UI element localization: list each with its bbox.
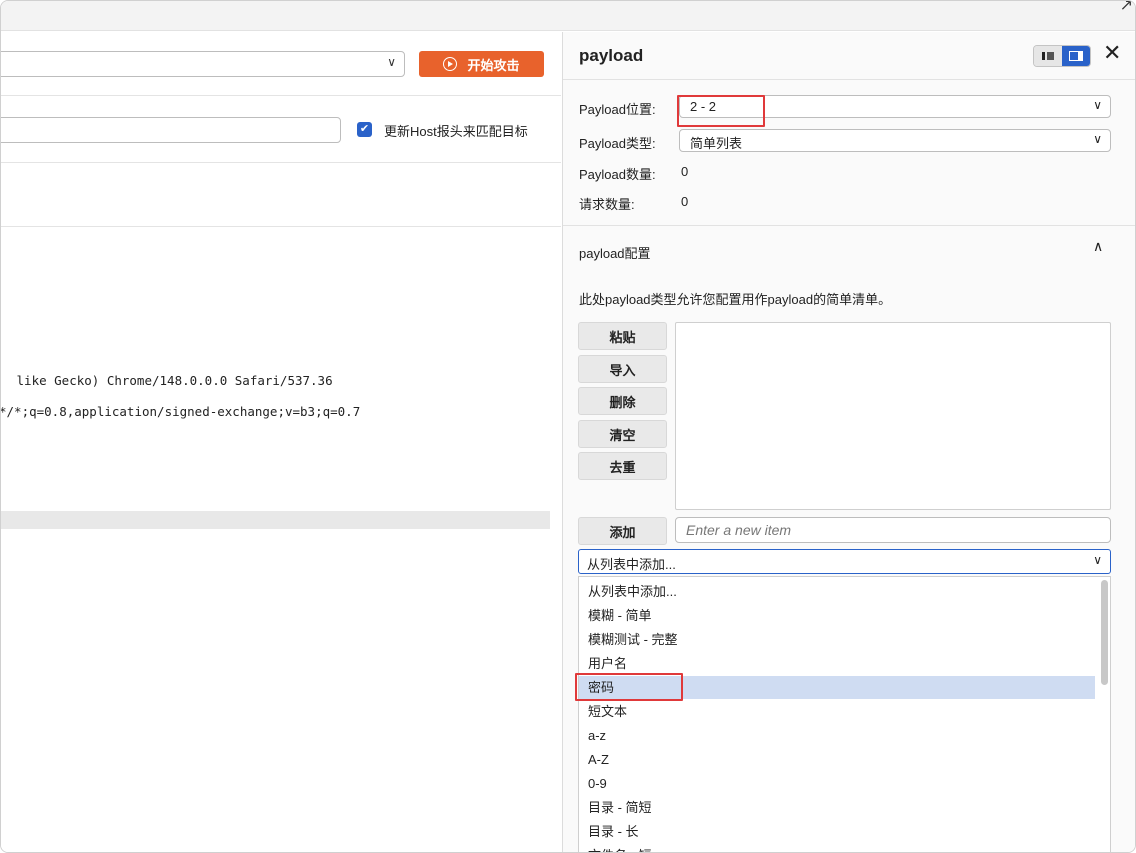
target-select[interactable]: ∨	[1, 51, 405, 77]
highlight-bar	[1, 511, 550, 529]
dropdown-option[interactable]: 用户名	[579, 652, 1095, 675]
dropdown-option[interactable]: A-Z	[579, 748, 1095, 771]
attack-config-pane: ∨ 开始攻击 ✔ 更新Host报头来匹配目标 like Gecko) Chrom…	[1, 32, 561, 852]
dropdown-option[interactable]: 从列表中添加...	[579, 580, 1095, 603]
host-input[interactable]	[1, 117, 341, 143]
highlight-box	[575, 673, 683, 701]
panel-title: payload	[579, 46, 644, 65]
pin-icon[interactable]: ↗	[1120, 1, 1133, 15]
add-from-list-value: 从列表中添加...	[587, 557, 676, 572]
payload-list[interactable]	[675, 322, 1111, 510]
payload-panel: payload ✕ Payload位置: 2 - 2 ∨ Payload类型: …	[562, 32, 1135, 852]
dropdown-option[interactable]: a-z	[579, 724, 1095, 747]
start-attack-label: 开始攻击	[467, 57, 520, 73]
chevron-down-icon: ∨	[1093, 553, 1102, 567]
panel-right-icon	[1069, 51, 1083, 61]
app-window: ↗ ∨ 开始攻击 ✔ 更新Host报头来匹配目标 like Gecko) Chr…	[0, 0, 1136, 853]
add-from-list-dropdown: 从列表中添加... 模糊 - 简单 模糊测试 - 完整 用户名 密码 短文本 a…	[578, 576, 1111, 852]
position-label: Payload位置:	[579, 102, 656, 117]
type-select[interactable]: 简单列表 ∨	[679, 129, 1111, 152]
paste-button[interactable]: 粘贴	[578, 322, 667, 350]
type-label: Payload类型:	[579, 136, 656, 151]
layout-right-option[interactable]	[1062, 46, 1090, 66]
title-bar: ↗	[1, 1, 1135, 31]
clear-button[interactable]: 清空	[578, 420, 667, 448]
dropdown-option[interactable]: 模糊 - 简单	[579, 604, 1095, 627]
new-item-input[interactable]: Enter a new item	[675, 517, 1111, 543]
divider	[563, 79, 1135, 80]
import-button[interactable]: 导入	[578, 355, 667, 383]
type-value: 简单列表	[690, 136, 743, 151]
layout-left-option[interactable]	[1034, 46, 1062, 66]
chevron-down-icon: ∨	[387, 55, 396, 69]
layout-toggle[interactable]	[1033, 45, 1091, 67]
chevron-up-icon[interactable]: ∧	[1093, 238, 1103, 255]
dropdown-option[interactable]: 目录 - 长	[579, 820, 1095, 843]
update-host-checkbox[interactable]: ✔	[357, 122, 372, 137]
count-value: 0	[681, 164, 689, 179]
add-button[interactable]: 添加	[578, 517, 667, 545]
delete-button[interactable]: 删除	[578, 387, 667, 415]
dropdown-option[interactable]: 短文本	[579, 700, 1095, 723]
panel-left-icon	[1042, 52, 1054, 60]
chevron-down-icon: ∨	[1093, 98, 1102, 112]
dedupe-button[interactable]: 去重	[578, 452, 667, 480]
play-icon	[443, 57, 458, 71]
host-row: ✔ 更新Host报头来匹配目标	[1, 97, 561, 163]
close-icon[interactable]: ✕	[1103, 42, 1121, 64]
target-row: ∨ 开始攻击	[1, 32, 561, 96]
options-row	[1, 164, 561, 227]
chevron-down-icon: ∨	[1093, 132, 1102, 146]
dropdown-option[interactable]: 目录 - 简短	[579, 796, 1095, 819]
dropdown-scrollbar[interactable]	[1101, 580, 1108, 685]
count-label: Payload数量:	[579, 167, 656, 182]
config-description: 此处payload类型允许您配置用作payload的简单清单。	[579, 292, 892, 307]
dropdown-option[interactable]: 文件名 - 短	[579, 844, 1095, 852]
divider	[563, 225, 1135, 226]
requests-value: 0	[681, 194, 689, 209]
start-attack-button[interactable]: 开始攻击	[419, 51, 544, 77]
request-editor[interactable]: like Gecko) Chrome/148.0.0.0 Safari/537.…	[1, 228, 561, 848]
request-line: */*;q=0.8,application/signed-exchange;v=…	[0, 404, 361, 419]
dropdown-option[interactable]: 0-9	[579, 772, 1095, 795]
add-from-list-select[interactable]: 从列表中添加... ∨	[578, 549, 1111, 574]
request-line: like Gecko) Chrome/148.0.0.0 Safari/537.…	[9, 373, 333, 388]
update-host-label: 更新Host报头来匹配目标	[384, 124, 528, 139]
highlight-box	[677, 95, 765, 127]
config-section-title: payload配置	[579, 246, 651, 261]
requests-label: 请求数量:	[579, 197, 635, 212]
dropdown-option[interactable]: 模糊测试 - 完整	[579, 628, 1095, 651]
